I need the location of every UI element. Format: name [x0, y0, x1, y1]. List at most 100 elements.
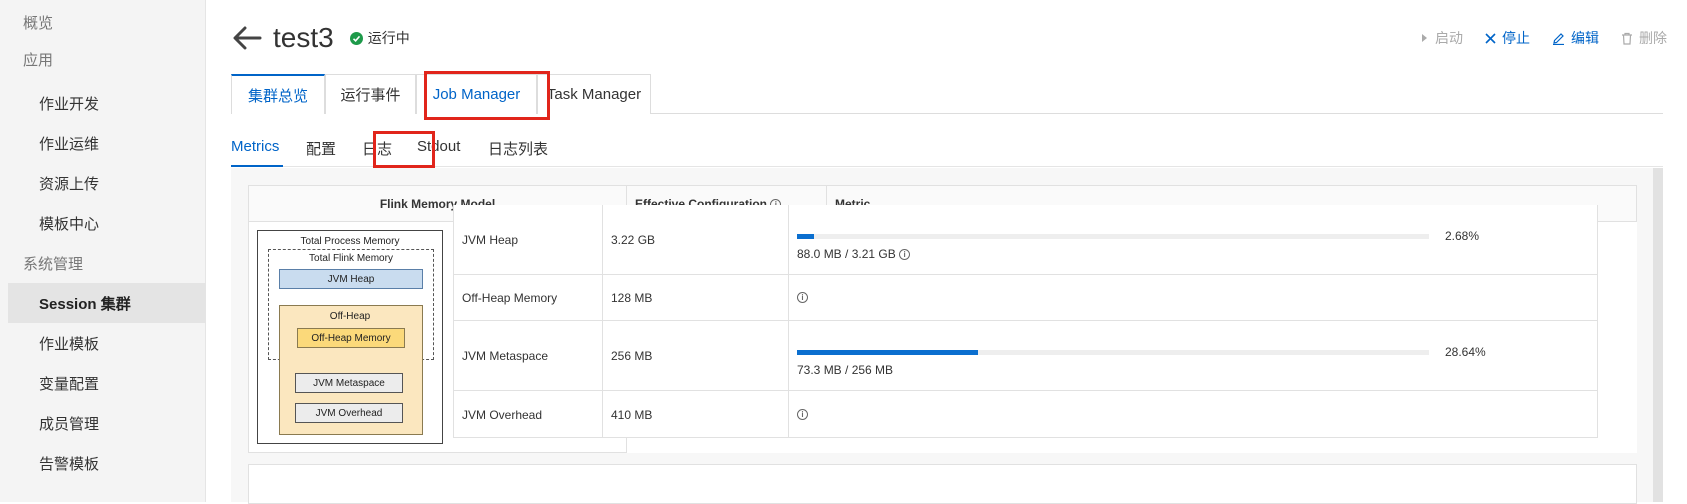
sidebar-group-label: 系统管理 — [23, 255, 84, 273]
play-icon — [1422, 34, 1427, 42]
tab-log-list[interactable]: 日志列表 — [488, 138, 548, 159]
sidebar-group-applications: 应用 — [0, 39, 206, 79]
row-value-cell: 3.22 GB — [603, 205, 789, 275]
status-badge: 运行中 — [349, 28, 410, 48]
secondary-tabs: Metrics 配置 日志 Stdout 日志列表 — [231, 130, 1663, 167]
sidebar-item-label: 模板中心 — [39, 215, 100, 233]
row-border — [1597, 321, 1598, 391]
sidebar-item-label: 概览 — [23, 14, 54, 32]
edit-button[interactable]: 编辑 — [1552, 28, 1599, 48]
diagram-jvm-metaspace-box: JVM Metaspace — [295, 373, 403, 393]
delete-button[interactable]: 删除 — [1621, 28, 1667, 48]
start-button-label: 启动 — [1435, 30, 1463, 46]
sidebar-item-label: 作业模板 — [39, 335, 100, 353]
usage-value: 88.0 MB / 3.21 GB — [797, 247, 896, 261]
page-title: test3 — [273, 22, 334, 53]
sidebar-item-member-management[interactable]: 成员管理 — [0, 403, 206, 443]
sidebar-item-variable-config[interactable]: 变量配置 — [0, 363, 206, 403]
sidebar-item-label: 告警模板 — [39, 455, 100, 473]
sidebar-item-overview[interactable]: 概览 — [0, 2, 206, 42]
sidebar-item-job-development[interactable]: 作业开发 — [0, 83, 206, 123]
progress-fill — [797, 350, 978, 355]
sidebar-item-template-center[interactable]: 模板中心 — [0, 203, 206, 243]
start-button[interactable]: 启动 — [1419, 28, 1463, 48]
usage-bar-metaspace: 28.64% 73.3 MB / 256 MB — [797, 341, 1577, 377]
sidebar-item-job-template[interactable]: 作业模板 — [0, 323, 206, 363]
info-icon[interactable]: i — [797, 409, 808, 420]
status-text: 运行中 — [367, 30, 410, 46]
row-value-cell: 128 MB — [603, 275, 789, 321]
sidebar: 概览 应用 作业开发 作业运维 资源上传 模板中心 系统管理 Session 集… — [0, 0, 206, 502]
row-name-cell: Off-Heap Memory — [453, 275, 603, 321]
sidebar-item-label: 作业开发 — [39, 95, 100, 113]
row-name-cell: JVM Heap — [453, 205, 603, 275]
highlight-box-logs — [373, 131, 435, 168]
row-name-cell: JVM Metaspace — [453, 321, 603, 391]
info-icon[interactable]: i — [797, 292, 808, 303]
main-content: test3 运行中 启动 停止 编辑 删除 集群总览 运行事件 Job Mana — [207, 0, 1687, 504]
sidebar-group-label: 应用 — [23, 51, 54, 69]
table-row: JVM Overhead 410 MB i — [453, 391, 1598, 438]
table-row: JVM Heap 3.22 GB 2.68% 88.0 MB / 3.21 GB… — [453, 205, 1598, 275]
row-name-cell: JVM Overhead — [453, 391, 603, 438]
row-name: JVM Heap — [462, 233, 519, 247]
diagram-jvm-heap-box: JVM Heap — [279, 269, 423, 289]
sidebar-item-resource-upload[interactable]: 资源上传 — [0, 163, 206, 203]
active-tab-indicator — [231, 165, 283, 167]
diagram-off-heap-memory-box: Off-Heap Memory — [297, 328, 405, 348]
close-icon — [1485, 32, 1496, 44]
table-row: JVM Metaspace 256 MB 28.64% 73.3 MB / 25… — [453, 321, 1598, 391]
diagram-total-process-label: Total Process Memory — [300, 236, 400, 247]
tab-config[interactable]: 配置 — [306, 138, 336, 159]
sidebar-item-session-cluster[interactable]: Session 集群 — [8, 283, 206, 323]
sidebar-item-alert-template[interactable]: 告警模板 — [0, 443, 206, 483]
row-value: 128 MB — [611, 291, 653, 305]
tab-task-manager[interactable]: Task Manager — [537, 74, 651, 114]
diagram-jvm-overhead-box: JVM Overhead — [295, 403, 403, 423]
diagram-total-flink-label: Total Flink Memory — [309, 253, 393, 264]
sidebar-item-label: 成员管理 — [39, 415, 100, 433]
row-value-cell: 410 MB — [603, 391, 789, 438]
row-value: 256 MB — [611, 349, 653, 363]
back-arrow-icon[interactable] — [231, 22, 263, 54]
sidebar-item-label: 作业运维 — [39, 135, 100, 153]
action-bar: 启动 停止 编辑 删除 — [1397, 28, 1667, 48]
row-name: JVM Metaspace — [462, 349, 549, 363]
stop-button[interactable]: 停止 — [1485, 28, 1530, 48]
vertical-scrollbar[interactable] — [1653, 168, 1663, 502]
flink-memory-diagram: Total Process Memory Total Flink Memory … — [257, 230, 443, 444]
row-value-cell: 256 MB — [603, 321, 789, 391]
progress-fill — [797, 234, 814, 239]
tab-label: 运行事件 — [340, 87, 401, 104]
row-value: 3.22 GB — [611, 233, 656, 247]
progress-track — [797, 234, 1429, 239]
stop-button-label: 停止 — [1502, 30, 1530, 46]
highlight-box-job-manager — [424, 71, 550, 120]
tab-label: Task Manager — [546, 86, 642, 103]
next-section-card — [248, 464, 1637, 504]
trash-icon — [1622, 32, 1632, 45]
info-icon[interactable]: i — [899, 249, 911, 261]
progress-track — [797, 350, 1429, 355]
usage-text: 88.0 MB / 3.21 GB i — [797, 247, 911, 261]
tab-run-events[interactable]: 运行事件 — [325, 74, 416, 114]
sidebar-item-label: 资源上传 — [39, 175, 100, 193]
page-header: test3 运行中 — [231, 18, 410, 58]
progress-percent: 28.64% — [1445, 345, 1486, 359]
tab-cluster-overview[interactable]: 集群总览 — [231, 74, 325, 114]
sidebar-item-job-operations[interactable]: 作业运维 — [0, 123, 206, 163]
tab-metrics[interactable]: Metrics — [231, 138, 279, 155]
check-circle-icon — [349, 31, 363, 45]
row-value: 410 MB — [611, 407, 653, 422]
sidebar-group-system-management: 系统管理 — [0, 243, 206, 283]
metrics-rows: JVM Heap 3.22 GB 2.68% 88.0 MB / 3.21 GB… — [453, 205, 1598, 438]
row-border — [1597, 275, 1598, 321]
tab-label: 集群总览 — [247, 87, 308, 105]
row-border — [1597, 205, 1598, 275]
row-border — [1597, 391, 1598, 438]
row-name: Off-Heap Memory — [462, 291, 558, 305]
row-name: JVM Overhead — [462, 407, 543, 422]
pencil-icon — [1553, 32, 1564, 45]
edit-button-label: 编辑 — [1571, 30, 1599, 46]
sidebar-item-label: Session 集群 — [39, 295, 131, 313]
